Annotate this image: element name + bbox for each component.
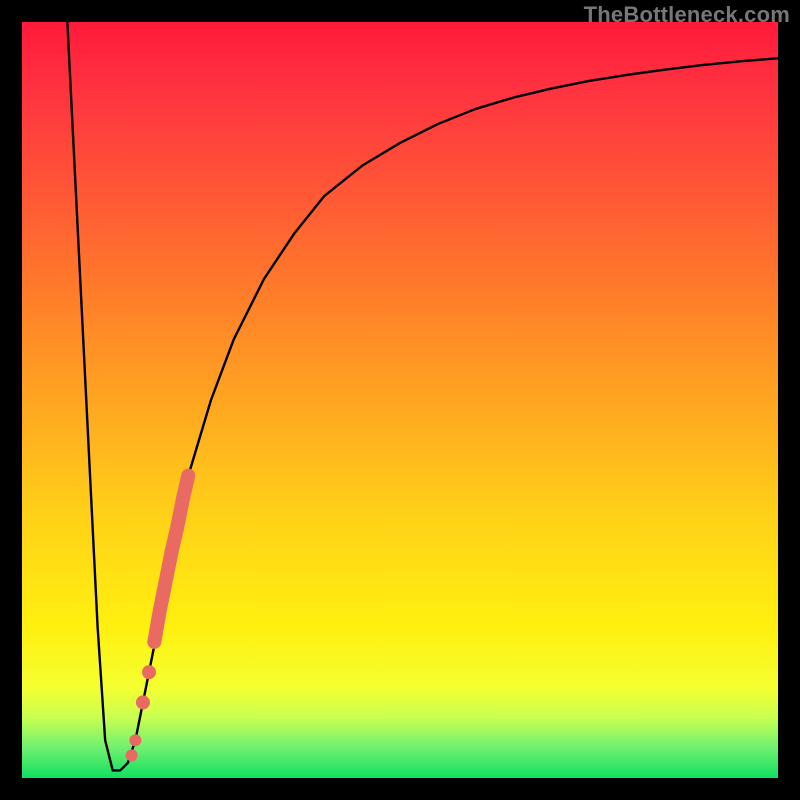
plot-frame xyxy=(22,22,778,778)
watermark-text: TheBottleneck.com xyxy=(584,2,790,28)
highlight-dot xyxy=(136,695,150,709)
highlighted-points-group xyxy=(126,476,189,762)
plot-svg xyxy=(22,22,778,778)
bottleneck-curve xyxy=(67,22,778,770)
highlight-dot xyxy=(129,734,141,746)
highlight-dot xyxy=(126,749,138,761)
highlight-dot xyxy=(142,665,156,679)
chart-container: TheBottleneck.com xyxy=(0,0,800,800)
highlight-segment xyxy=(154,476,188,642)
